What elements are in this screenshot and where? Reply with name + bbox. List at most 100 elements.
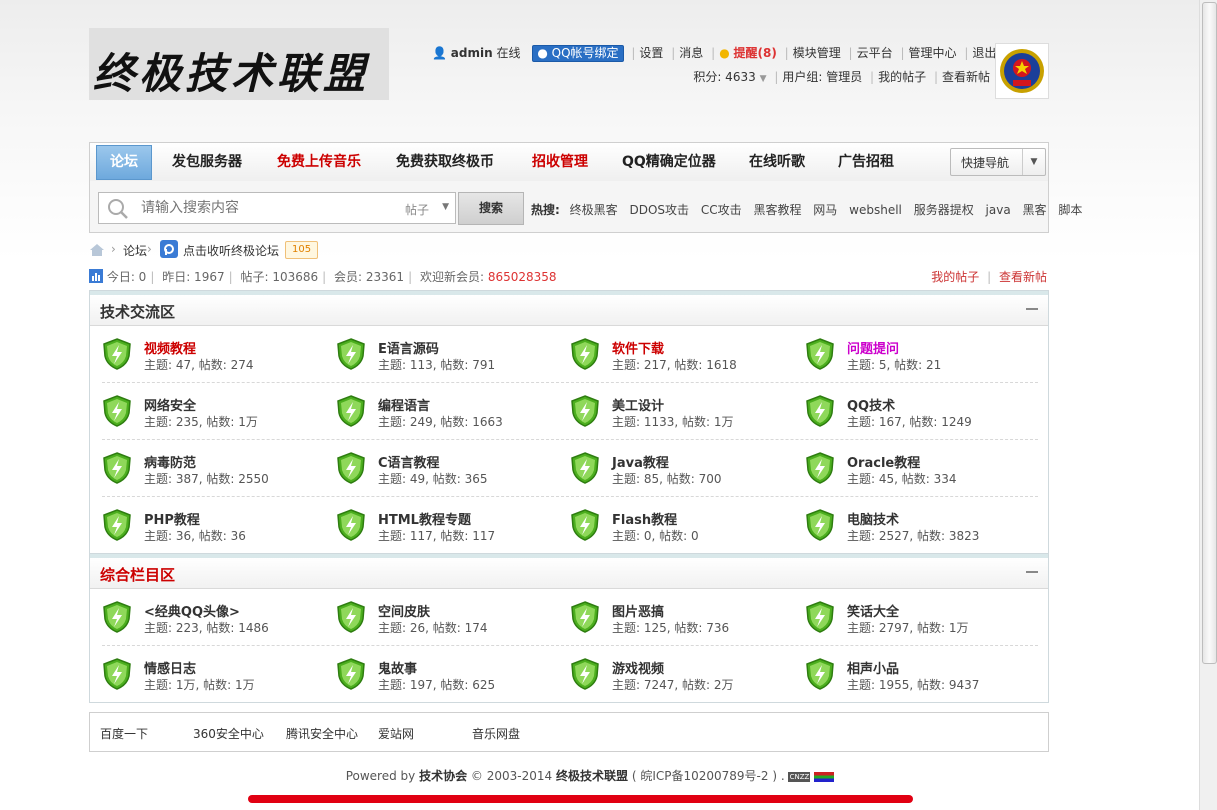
hot-search-link[interactable]: 终极黑客 (570, 203, 618, 217)
hot-search-link[interactable]: 网马 (813, 203, 837, 217)
forum-item[interactable]: 相声小品 主题: 1955, 帖数: 9437 (793, 646, 1023, 702)
forum-item[interactable]: 病毒防范 主题: 387, 帖数: 2550 (90, 440, 320, 496)
avatar[interactable] (995, 43, 1049, 99)
nav-item-online-music[interactable]: 在线听歌 (749, 143, 805, 181)
module-manage-link[interactable]: 模块管理 (793, 46, 841, 60)
hot-search-link[interactable]: CC攻击 (701, 203, 742, 217)
my-posts-link[interactable]: 我的帖子 (931, 270, 979, 284)
friend-link[interactable]: 腾讯安全中心 (286, 725, 358, 742)
forum-item[interactable]: 空间皮肤 主题: 26, 帖数: 174 (324, 589, 554, 645)
site-link[interactable]: 终极技术联盟 (556, 769, 628, 783)
my-posts-link[interactable]: 我的帖子 (878, 70, 926, 84)
forum-item[interactable]: 电脑技术 主题: 2527, 帖数: 3823 (793, 497, 1023, 553)
nav-item-free-coins[interactable]: 免费获取终极币 (396, 143, 494, 181)
forum-name-link[interactable]: <经典QQ头像> (144, 601, 240, 620)
cloud-link[interactable]: 云平台 (857, 46, 893, 60)
forum-item[interactable]: 网络安全 主题: 235, 帖数: 1万 (90, 383, 320, 439)
org-link[interactable]: 技术协会 (419, 769, 467, 783)
forum-item[interactable]: Java教程 主题: 85, 帖数: 700 (558, 440, 788, 496)
friend-link[interactable]: 爱站网 (378, 725, 414, 742)
hot-search-link[interactable]: webshell (849, 203, 902, 217)
hot-search-link[interactable]: 服务器提权 (914, 203, 974, 217)
admin-center-link[interactable]: 管理中心 (908, 46, 956, 60)
hot-search-link[interactable]: 脚本 (1058, 203, 1082, 217)
forum-item[interactable]: 软件下载 主题: 217, 帖数: 1618 (558, 326, 788, 382)
hot-search-link[interactable]: 黑客 (1023, 203, 1047, 217)
settings-link[interactable]: 设置 (639, 46, 663, 60)
search-type-select[interactable]: 帖子 ▼ (401, 192, 456, 224)
forum-item[interactable]: 视频教程 主题: 47, 帖数: 274 (90, 326, 320, 382)
messages-link[interactable]: 消息 (679, 46, 703, 60)
forum-name-link[interactable]: QQ技术 (847, 395, 895, 414)
home-icon[interactable] (89, 243, 105, 257)
scrollbar-thumb[interactable] (1202, 2, 1217, 664)
forum-name-link[interactable]: HTML教程专题 (378, 509, 471, 528)
collapse-icon[interactable] (1026, 308, 1038, 310)
friend-link[interactable]: 音乐网盘 (472, 725, 520, 742)
section-title[interactable]: 技术交流区 (100, 301, 175, 322)
friend-link[interactable]: 百度一下 (100, 725, 148, 742)
forum-name-link[interactable]: 编程语言 (378, 395, 430, 414)
section-title[interactable]: 综合栏目区 (100, 564, 175, 585)
forum-name-link[interactable]: 软件下载 (612, 338, 664, 357)
view-new-posts-link[interactable]: 查看新帖 (999, 270, 1047, 284)
nav-item-recruit-admin[interactable]: 招收管理 (532, 143, 588, 181)
forum-name-link[interactable]: 问题提问 (847, 338, 899, 357)
forum-name-link[interactable]: Flash教程 (612, 509, 677, 528)
points-dropdown[interactable]: 积分: 4633 ▼ (693, 70, 766, 84)
scrollbar[interactable] (1199, 0, 1217, 810)
forum-name-link[interactable]: Oracle教程 (847, 452, 920, 471)
forum-name-link[interactable]: 网络安全 (144, 395, 196, 414)
nav-item-forum[interactable]: 论坛 (96, 145, 152, 180)
collapse-icon[interactable] (1026, 571, 1038, 573)
remind-link[interactable]: 提醒(8) (734, 46, 777, 60)
forum-name-link[interactable]: 电脑技术 (847, 509, 899, 528)
forum-name-link[interactable]: 空间皮肤 (378, 601, 430, 620)
forum-name-link[interactable]: Java教程 (612, 452, 669, 471)
forum-name-link[interactable]: 游戏视频 (612, 658, 664, 677)
forum-name-link[interactable]: 笑话大全 (847, 601, 899, 620)
forum-name-link[interactable]: 相声小品 (847, 658, 899, 677)
forum-item[interactable]: 编程语言 主题: 249, 帖数: 1663 (324, 383, 554, 439)
nav-item-packet-server[interactable]: 发包服务器 (172, 143, 242, 181)
forum-name-link[interactable]: 病毒防范 (144, 452, 196, 471)
forum-item[interactable]: 鬼故事 主题: 197, 帖数: 625 (324, 646, 554, 702)
forum-item[interactable]: Flash教程 主题: 0, 帖数: 0 (558, 497, 788, 553)
logout-link[interactable]: 退出 (972, 46, 996, 60)
forum-name-link[interactable]: C语言教程 (378, 452, 440, 471)
friend-link[interactable]: 360安全中心 (193, 725, 264, 742)
qq-bind-button[interactable]: ● QQ帐号绑定 (532, 45, 624, 62)
radio-listen-link[interactable]: 点击收听终极论坛 (183, 242, 279, 259)
hot-search-link[interactable]: DDOS攻击 (629, 203, 689, 217)
nav-item-upload-music[interactable]: 免费上传音乐 (277, 143, 361, 181)
breadcrumb-forum[interactable]: 论坛 (123, 242, 147, 259)
forum-item[interactable]: PHP教程 主题: 36, 帖数: 36 (90, 497, 320, 553)
search-input[interactable] (139, 199, 393, 217)
forum-name-link[interactable]: 鬼故事 (378, 658, 417, 677)
nav-item-qq-locator[interactable]: QQ精确定位器 (622, 143, 716, 181)
forum-item[interactable]: <经典QQ头像> 主题: 223, 帖数: 1486 (90, 589, 320, 645)
cnzz-badge[interactable]: CNZZ (788, 771, 811, 782)
hot-search-link[interactable]: 黑客教程 (753, 203, 801, 217)
site-logo[interactable]: 终极技术联盟 (89, 28, 389, 100)
forum-name-link[interactable]: 情感日志 (144, 658, 196, 677)
search-box[interactable] (98, 192, 402, 224)
icp-link[interactable]: ( 皖ICP备10200789号-2 ) . (632, 769, 785, 783)
username-link[interactable]: admin (451, 46, 493, 60)
forum-item[interactable]: 美工设计 主题: 1133, 帖数: 1万 (558, 383, 788, 439)
forum-item[interactable]: HTML教程专题 主题: 117, 帖数: 117 (324, 497, 554, 553)
forum-name-link[interactable]: E语言源码 (378, 338, 439, 357)
forum-name-link[interactable]: 图片恶搞 (612, 601, 664, 620)
nav-item-ads[interactable]: 广告招租 (838, 143, 894, 181)
forum-name-link[interactable]: PHP教程 (144, 509, 200, 528)
hot-search-link[interactable]: java (986, 203, 1011, 217)
forum-item[interactable]: 情感日志 主题: 1万, 帖数: 1万 (90, 646, 320, 702)
forum-item[interactable]: E语言源码 主题: 113, 帖数: 791 (324, 326, 554, 382)
quick-nav-button[interactable]: 快捷导航 ▼ (950, 148, 1046, 176)
forum-item[interactable]: 图片恶搞 主题: 125, 帖数: 736 (558, 589, 788, 645)
newest-member-link[interactable]: 865028358 (488, 270, 557, 284)
forum-item[interactable]: 问题提问 主题: 5, 帖数: 21 (793, 326, 1023, 382)
forum-item[interactable]: 笑话大全 主题: 2797, 帖数: 1万 (793, 589, 1023, 645)
forum-item[interactable]: QQ技术 主题: 167, 帖数: 1249 (793, 383, 1023, 439)
forum-name-link[interactable]: 视频教程 (144, 338, 196, 357)
